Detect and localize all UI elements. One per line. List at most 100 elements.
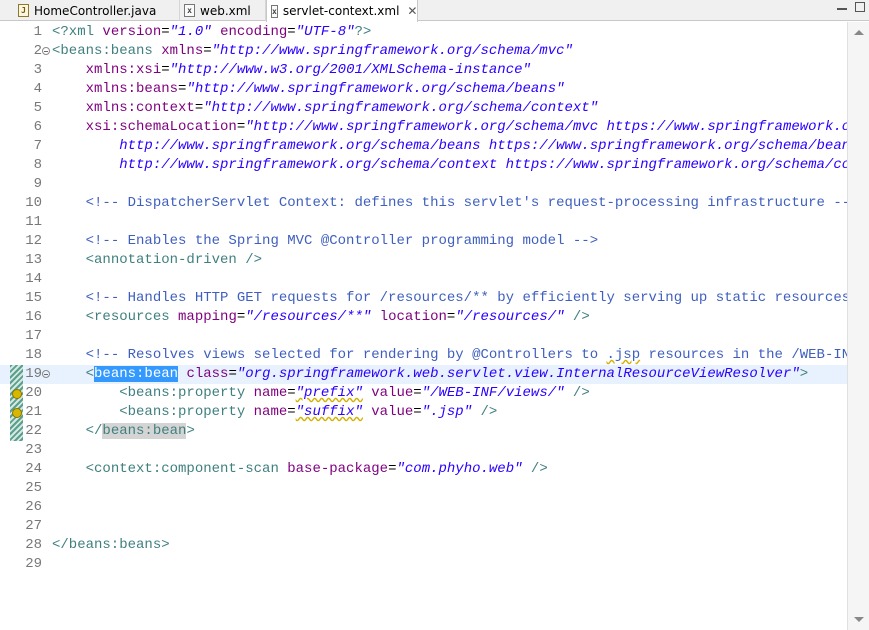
line-number: 26 [25,499,42,515]
code-token: xmlns:xsi [85,62,162,78]
change-marker [10,365,23,441]
code-line[interactable]: 2 <beans:beans xmlns="http://www.springfr… [0,42,847,61]
tab-home-controller[interactable]: J HomeController.java [14,0,180,21]
warning-icon[interactable] [12,408,22,418]
tab-web-xml[interactable]: x web.xml [180,0,266,21]
code-line[interactable]: 10 <!-- DispatcherServlet Context: defin… [0,194,847,213]
code-token: = [287,404,296,420]
code-text: <!-- DispatcherServlet Context: defines … [52,194,847,213]
code-token: <!-- DispatcherServlet Context: defines … [85,195,847,211]
code-text: <!-- Handles HTTP GET requests for /reso… [52,289,847,308]
fold-toggle-icon[interactable] [42,47,50,55]
vertical-scrollbar[interactable] [847,22,869,630]
code-line[interactable]: 14 [0,270,847,289]
code-token: = [194,100,204,116]
line-number: 4 [33,81,42,97]
line-number: 8 [33,157,42,173]
code-token: version [102,24,162,40]
code-token: location [379,309,447,325]
line-number: 13 [25,252,42,268]
code-line[interactable]: 7 http://www.springframework.org/schema/… [0,137,847,156]
line-number: 25 [25,480,42,496]
code-line[interactable]: 5 xmlns:context="http://www.springframew… [0,99,847,118]
code-text: </beans:bean> [52,422,195,441]
scroll-down-icon[interactable] [854,617,864,622]
code-text: <beans:property name="prefix" value="/WE… [52,384,590,403]
code-line[interactable]: 8 http://www.springframework.org/schema/… [0,156,847,175]
line-number: 2 [33,43,42,59]
code-token: <?xml [52,24,103,40]
code-line[interactable]: 13 <annotation-driven /> [0,251,847,270]
code-line[interactable]: 20 <beans:property name="prefix" value="… [0,384,847,403]
code-line[interactable]: 28 </beans:beans> [0,536,847,555]
code-token: <!-- Handles HTTP GET requests for /reso… [85,290,847,306]
code-line[interactable]: 11 [0,213,847,232]
code-line[interactable]: 1 <?xml version="1.0" encoding="UTF-8"?> [0,23,847,42]
line-number: 18 [25,347,42,363]
code-line[interactable]: 29 [0,555,847,574]
line-number: 17 [25,328,42,344]
line-number: 16 [25,309,42,325]
code-token: xmlns:context [85,100,195,116]
code-token: "/WEB-INF/views/" [421,385,565,401]
close-icon[interactable]: ✕ [407,4,417,18]
code-token: > [186,423,195,439]
code-token: "http://www.w3.org/2001/XMLSchema-instan… [169,62,531,78]
line-number: 7 [33,138,42,154]
code-token: ".jsp" [421,404,473,420]
code-token: /> [472,404,498,420]
code-token: = [161,62,170,78]
code-line[interactable]: 24 <context:component-scan base-package=… [0,460,847,479]
code-text: xmlns:beans="http://www.springframework.… [52,80,565,99]
code-text: <!-- Enables the Spring MVC @Controller … [52,232,598,251]
line-number: 15 [25,290,42,306]
window-controls [837,2,865,12]
code-line[interactable]: 22 </beans:bean> [0,422,847,441]
line-number: 29 [25,556,42,572]
code-token: "http://www.springframework.org/schema/m… [211,43,573,59]
code-token: "http://www.springframework.org/schema/b… [186,81,565,97]
fold-toggle-icon[interactable] [42,370,50,378]
code-line[interactable]: 9 [0,175,847,194]
scroll-up-icon[interactable] [854,30,864,35]
code-token: resources in the /WEB-INF/vi [648,347,848,363]
code-token: /> [564,309,590,325]
code-line[interactable]: 27 [0,517,847,536]
code-line[interactable]: 16 <resources mapping="/resources/**" lo… [0,308,847,327]
maximize-icon[interactable] [855,2,865,12]
warning-icon[interactable] [12,389,22,399]
tab-servlet-context-xml[interactable]: x servlet-context.xml ✕ [266,0,418,22]
code-text: <beans:beans xmlns="http://www.springfra… [52,42,573,61]
code-text: xmlns:context="http://www.springframewor… [52,99,599,118]
code-line[interactable]: 19 <beans:bean class="org.springframewor… [0,365,847,384]
code-token: mapping [178,309,237,325]
code-line[interactable]: 4 xmlns:beans="http://www.springframewor… [0,80,847,99]
minimize-icon[interactable] [837,2,847,10]
code-editor[interactable]: 1 <?xml version="1.0" encoding="UTF-8"?> 2… [0,22,847,630]
code-token: "suffix" [295,404,363,420]
code-token: <annotation-driven /> [85,252,263,268]
code-token: beans:bean [94,366,179,382]
code-token: base-package [287,461,389,477]
code-line[interactable]: 6 xsi:schemaLocation="http://www.springf… [0,118,847,137]
code-line[interactable]: 25 [0,479,847,498]
xml-file-icon: x [271,4,278,18]
code-line[interactable]: 3 xmlns:xsi="http://www.w3.org/2001/XMLS… [0,61,847,80]
code-token: <resources [85,309,179,325]
code-line[interactable]: 23 [0,441,847,460]
code-line[interactable]: 26 [0,498,847,517]
code-token: = [228,366,237,382]
code-line[interactable]: 15 <!-- Handles HTTP GET requests for /r… [0,289,847,308]
code-token: "1.0" [169,24,212,40]
code-line[interactable]: 21 <beans:property name="suffix" value="… [0,403,847,422]
code-token: "/resources/" [455,309,565,325]
code-line[interactable]: 18 <!-- Resolves views selected for rend… [0,346,847,365]
code-token: http://www.springframework.org/schema/co… [119,157,847,173]
code-token: <beans:property [119,385,254,401]
code-line[interactable]: 17 [0,327,847,346]
code-line[interactable]: 12 <!-- Enables the Spring MVC @Controll… [0,232,847,251]
